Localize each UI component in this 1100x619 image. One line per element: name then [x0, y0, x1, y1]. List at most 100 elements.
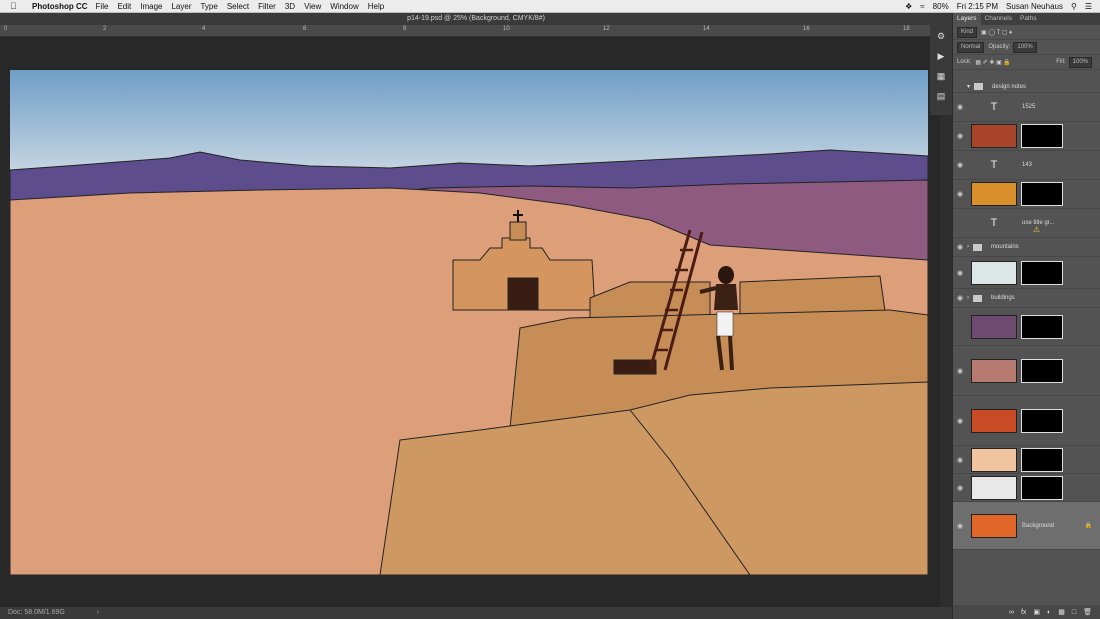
layer-image[interactable]: ◉ [953, 446, 1100, 474]
layer-text[interactable]: ◉ T 143 [953, 151, 1100, 180]
eye-icon[interactable]: ◉ [953, 367, 967, 375]
layer-mask-thumbnail[interactable] [1021, 408, 1063, 433]
layer-thumbnail [971, 475, 1017, 500]
layer-image[interactable]: ◉ [953, 396, 1100, 446]
chevron-right-icon[interactable]: › [97, 609, 99, 616]
ruler-tick: 14 [703, 26, 710, 32]
folder-icon [974, 83, 984, 90]
chevron-down-icon[interactable]: ▾ [967, 83, 970, 90]
layer-mask-thumbnail[interactable] [1021, 358, 1063, 383]
layer-mask-thumbnail[interactable] [1021, 124, 1063, 148]
apple-icon[interactable]:  [10, 1, 24, 11]
ruler-horizontal[interactable]: 0 2 4 6 8 10 12 14 16 18 [0, 25, 952, 37]
layer-group-mountains[interactable]: ◉ › mountains [953, 238, 1100, 257]
layer-background[interactable]: ◉ Background 🔒 [953, 502, 1100, 550]
play-icon[interactable]: ▶ [934, 49, 948, 63]
lock-row: Lock: ▦ ✐ ✚ ▣ 🔒 Fill: 100% [953, 55, 1100, 70]
layer-name: Background [1022, 522, 1055, 529]
layer-group-design-notes[interactable]: ▾ design notes [953, 81, 1100, 93]
user-name[interactable]: Susan Neuhaus [1006, 2, 1063, 11]
link-icon[interactable]: ∞ [1009, 609, 1014, 616]
menu-select[interactable]: Select [227, 2, 249, 11]
layer-thumbnail [971, 408, 1017, 433]
eye-icon[interactable]: ◉ [953, 269, 967, 277]
document-canvas[interactable] [10, 70, 928, 575]
canvas-scrollbar[interactable] [940, 37, 952, 607]
wifi-icon[interactable]: ≈ [920, 2, 924, 11]
list-icon[interactable]: ☰ [1085, 2, 1092, 11]
new-layer-icon[interactable]: □ [1072, 609, 1076, 616]
menu-filter[interactable]: Filter [258, 2, 276, 11]
eye-icon[interactable]: ◉ [953, 456, 967, 464]
battery-level[interactable]: 80% [933, 2, 949, 11]
doc-size[interactable]: Doc: 58.0M/1.69G [8, 609, 65, 616]
tab-layers[interactable]: Layers [953, 13, 981, 25]
eye-icon[interactable]: ◉ [953, 103, 967, 111]
layer-text[interactable]: ◉ T 1525 [953, 93, 1100, 122]
menu-3d[interactable]: 3D [285, 2, 295, 11]
layer-fill[interactable]: ◉ [953, 180, 1100, 209]
layers-list: ▾ design notes ◉ T 1525 ◉ ◉ T 143 ◉ T us… [953, 81, 1100, 550]
menu-type[interactable]: Type [200, 2, 217, 11]
layer-text[interactable]: T use title gr... ⚠ [953, 209, 1100, 238]
layer-image[interactable] [953, 308, 1100, 346]
lock-icons[interactable]: ▦ ✐ ✚ ▣ 🔒 [975, 59, 1011, 66]
document-title[interactable]: p14-19.psd @ 25% (Background, CMYK/8#) [0, 13, 952, 25]
opacity-input[interactable]: 100% [1013, 41, 1037, 53]
eye-icon[interactable]: ◉ [953, 294, 967, 302]
fill-input[interactable]: 100% [1068, 56, 1092, 68]
trash-icon[interactable]: 🗑 [1083, 608, 1092, 616]
menu-image[interactable]: Image [140, 2, 162, 11]
panel-bottom-bar: ∞ fx ▣ ◐ ▦ □ 🗑 [953, 605, 1100, 619]
eye-icon[interactable]: ◉ [953, 484, 967, 492]
eye-icon[interactable]: ◉ [953, 522, 967, 530]
layer-mask-thumbnail[interactable] [1021, 447, 1063, 472]
layer-thumbnail [971, 358, 1017, 383]
eye-icon[interactable]: ◉ [953, 243, 967, 251]
eye-icon[interactable]: ◉ [953, 417, 967, 425]
layer-name: design notes [992, 83, 1027, 90]
dropbox-icon[interactable]: ❖ [905, 2, 912, 11]
menu-view[interactable]: View [304, 2, 321, 11]
chevron-right-icon[interactable]: › [967, 295, 969, 301]
add-mask-icon[interactable]: ▣ [1033, 608, 1040, 616]
adjustment-icon[interactable]: ◐ [1047, 609, 1051, 616]
layer-group-buildings[interactable]: ◉ › buildings [953, 289, 1100, 308]
filter-icons[interactable]: ▣ ◯ T ▢ ♦ [981, 29, 1012, 36]
layer-mask-thumbnail[interactable] [1021, 182, 1063, 206]
ruler-tick: 18 [903, 26, 910, 32]
adjustments-icon[interactable]: ▦ [934, 69, 948, 83]
eye-icon[interactable]: ◉ [953, 132, 967, 140]
layer-mask-thumbnail[interactable] [1021, 260, 1063, 285]
search-icon[interactable]: ⚲ [1071, 2, 1077, 11]
menu-layer[interactable]: Layer [171, 2, 191, 11]
layer-image[interactable]: ◉ [953, 474, 1100, 502]
layer-image[interactable]: ◉ [953, 346, 1100, 396]
eye-icon[interactable]: ◉ [953, 190, 967, 198]
kind-filter[interactable]: Kind [957, 26, 978, 38]
blend-mode-select[interactable]: Normal [957, 41, 985, 53]
clock[interactable]: Fri 2:15 PM [957, 2, 998, 11]
tool-strip: ⚙ ▶ ▦ ▤ [930, 25, 952, 115]
menu-file[interactable]: File [96, 2, 109, 11]
opacity-label: Opacity: [988, 44, 1011, 50]
layer-image[interactable]: ◉ [953, 257, 1100, 289]
chevron-right-icon[interactable]: › [967, 244, 969, 250]
layer-name: 1525 [1022, 104, 1036, 110]
properties-icon[interactable]: ▤ [934, 89, 948, 103]
tab-paths[interactable]: Paths [1016, 13, 1041, 25]
layer-fill[interactable]: ◉ [953, 122, 1100, 151]
tab-channels[interactable]: Channels [981, 13, 1016, 25]
fx-icon[interactable]: fx [1021, 609, 1026, 616]
filter-row: Kind ▣ ◯ T ▢ ♦ [953, 25, 1100, 40]
eye-icon[interactable]: ◉ [953, 161, 967, 169]
app-name[interactable]: Photoshop CC [32, 2, 88, 11]
menu-window[interactable]: Window [330, 2, 358, 11]
history-icon[interactable]: ⚙ [934, 29, 948, 43]
menu-edit[interactable]: Edit [117, 2, 131, 11]
new-group-icon[interactable]: ▦ [1058, 608, 1065, 616]
layers-panel: Layers Channels Paths Kind ▣ ◯ T ▢ ♦ Nor… [952, 13, 1100, 619]
layer-mask-thumbnail[interactable] [1021, 475, 1063, 500]
layer-mask-thumbnail[interactable] [1021, 314, 1063, 339]
menu-help[interactable]: Help [368, 2, 384, 11]
